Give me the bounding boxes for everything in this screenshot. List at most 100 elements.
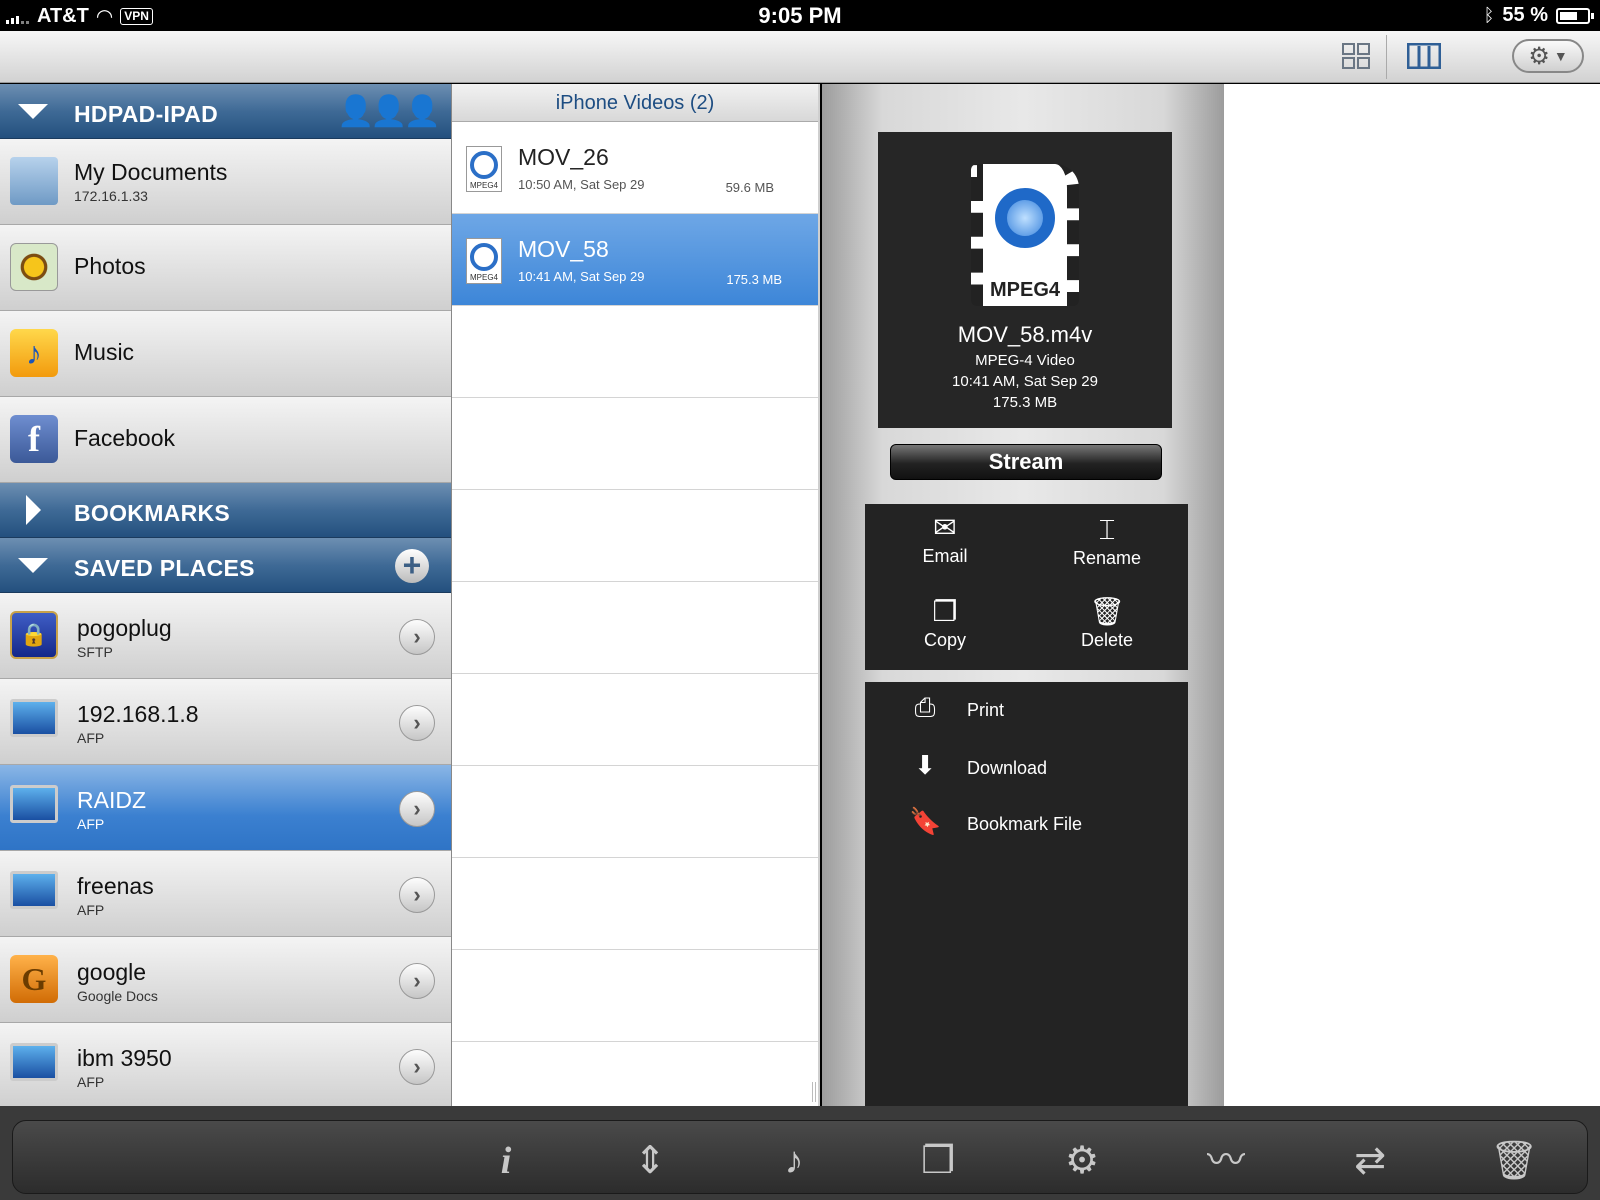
bottom-toolbar: i ⇕ ♪ ❐ ⚙ 〰 ⇄ 🗑 [0, 1106, 1600, 1200]
saved-places-title: SAVED PLACES [74, 555, 255, 581]
download-arrow-icon: ⬇ [914, 750, 936, 780]
sidebar-item-google[interactable]: G google Google Docs › [0, 937, 451, 1023]
chevron-right-icon[interactable]: › [399, 705, 435, 741]
top-toolbar: ⚙ ▼ [0, 31, 1600, 83]
sidebar-item-sub: SFTP [77, 644, 113, 660]
delete-button[interactable]: 🗑 Delete [1027, 594, 1187, 651]
file-date: 10:41 AM, Sat Sep 29 [518, 269, 645, 284]
activity-icon[interactable]: 〰 [1201, 1139, 1251, 1183]
sidebar-item-label: freenas [77, 873, 154, 899]
pane-resize-handle[interactable] [812, 1082, 816, 1102]
empty-row [452, 858, 818, 950]
column-view-icon [1407, 43, 1441, 69]
preview-badge: MPEG4 [989, 279, 1061, 301]
chevron-right-icon[interactable]: › [399, 877, 435, 913]
settings-icon[interactable]: ⚙ [1057, 1139, 1107, 1183]
imac-icon [10, 785, 58, 823]
copy-button[interactable]: ❐ Copy [865, 594, 1025, 651]
detail-size: 175.3 MB [992, 394, 1058, 411]
bookmark-file-button[interactable]: 🔖 Bookmark File [865, 806, 1188, 846]
sidebar-item-label: My Documents [74, 159, 228, 185]
sidebar-item-my-documents[interactable]: My Documents 172.16.1.33 [0, 139, 451, 225]
expand-arrow-icon [26, 495, 41, 525]
file-size: 59.6 MB [725, 180, 774, 195]
file-badge: MPEG4 [469, 273, 498, 282]
envelope-icon: ✉ [933, 512, 957, 543]
sidebar-item-sub: AFP [77, 816, 105, 832]
sidebar-item-192-168-1-8[interactable]: 192.168.1.8 AFP › [0, 679, 451, 765]
folder-icon [10, 157, 58, 205]
sidebar-item-sub: AFP [77, 1074, 105, 1090]
file-actions: ✉ Email ⌶ Rename ❐ Copy 🗑 Delete [865, 504, 1188, 670]
sidebar-item-freenas[interactable]: freenas AFP › [0, 851, 451, 937]
imac-icon [10, 871, 58, 909]
print-button[interactable]: ⎙ Print [865, 692, 1188, 732]
bookmarks-title: BOOKMARKS [74, 500, 231, 526]
device-header[interactable]: HDPAD-IPAD 👤👤👤 [0, 84, 451, 139]
download-button[interactable]: ⬇ Download [865, 750, 1188, 790]
file-menu: ⎙ Print ⬇ Download 🔖 Bookmark File [865, 682, 1188, 1106]
copy-label: Copy [923, 630, 967, 650]
bookmarks-header[interactable]: BOOKMARKS [0, 483, 451, 538]
sidebar-item-pogoplug[interactable]: 🔒 pogoplug SFTP › [0, 593, 451, 679]
rename-icon: ⌶ [1098, 514, 1116, 545]
sidebar-item-ibm-3950[interactable]: ibm 3950 AFP › [0, 1023, 451, 1106]
imac-icon [10, 699, 58, 737]
empty-row [452, 398, 818, 490]
chevron-right-icon[interactable]: › [399, 619, 435, 655]
settings-menu-button[interactable]: ⚙ ▼ [1512, 39, 1584, 73]
sidebar-item-label: RAIDZ [77, 787, 146, 813]
grid-view-button[interactable] [1336, 39, 1376, 73]
column-view-button[interactable] [1402, 39, 1446, 73]
trash-icon: 🗑 [1089, 596, 1125, 627]
empty-row [452, 582, 818, 674]
add-place-button[interactable]: + [395, 549, 429, 583]
chevron-right-icon[interactable]: › [399, 791, 435, 827]
transfer-icon[interactable]: ⇄ [1345, 1139, 1395, 1183]
sidebar-item-label: ibm 3950 [77, 1045, 172, 1071]
sidebar-item-photos[interactable]: Photos [0, 225, 451, 311]
sidebar-item-music[interactable]: ♪ Music [0, 311, 451, 397]
trash-icon[interactable]: 🗑 [1489, 1139, 1539, 1183]
email-label: Email [922, 546, 968, 566]
sort-icon[interactable]: ⇕ [625, 1139, 675, 1183]
sidebar-item-label: pogoplug [77, 615, 172, 641]
chevron-right-icon[interactable]: › [399, 963, 435, 999]
sidebar-item-facebook[interactable]: f Facebook [0, 397, 451, 483]
empty-row [452, 674, 818, 766]
info-icon[interactable]: i [481, 1139, 531, 1183]
empty-pane [1224, 84, 1600, 1106]
saved-places-header[interactable]: SAVED PLACES + [0, 538, 451, 593]
empty-row [452, 950, 818, 1042]
sidebar-item-label: Music [74, 339, 135, 365]
file-row-mov-26[interactable]: MPEG4 MOV_26 10:50 AM, Sat Sep 29 59.6 M… [452, 122, 818, 214]
documents-icon[interactable]: ❐ [913, 1139, 963, 1183]
music-note-icon[interactable]: ♪ [769, 1139, 819, 1183]
clock: 9:05 PM [758, 3, 842, 28]
mpeg4-file-icon: MPEG4 [466, 238, 502, 284]
sidebar-item-label: Facebook [74, 425, 176, 451]
bottom-toolbar-tray: i ⇕ ♪ ❐ ⚙ 〰 ⇄ 🗑 [12, 1120, 1588, 1194]
sidebar-item-raidz[interactable]: RAIDZ AFP › [0, 765, 451, 851]
bluetooth-icon: ᛒ [1483, 5, 1495, 25]
sidebar-item-sub: Google Docs [77, 988, 158, 1004]
people-icon: 👤👤👤 [336, 95, 441, 128]
empty-row [452, 766, 818, 858]
photos-icon [10, 243, 58, 291]
file-row-mov-58[interactable]: MPEG4 MOV_58 10:41 AM, Sat Sep 29 175.3 … [452, 214, 818, 306]
sidebar-item-label: google [77, 959, 147, 985]
file-name: MOV_26 [518, 144, 609, 170]
facebook-icon: f [10, 415, 58, 463]
email-button[interactable]: ✉ Email [865, 510, 1025, 567]
printer-icon: ⎙ [914, 692, 936, 722]
quicktime-mpeg4-icon: MPEG4 [971, 164, 1079, 306]
sidebar-item-sub: AFP [77, 902, 105, 918]
file-date: 10:50 AM, Sat Sep 29 [518, 177, 645, 192]
sidebar-item-sub: 172.16.1.33 [74, 188, 148, 204]
collapse-arrow-icon [18, 104, 48, 119]
chevron-right-icon[interactable]: › [399, 1049, 435, 1085]
stream-button[interactable]: Stream [890, 444, 1162, 480]
rename-label: Rename [1072, 548, 1142, 568]
file-list: iPhone Videos (2) MPEG4 MOV_26 10:50 AM,… [452, 84, 820, 1106]
rename-button[interactable]: ⌶ Rename [1027, 512, 1187, 569]
